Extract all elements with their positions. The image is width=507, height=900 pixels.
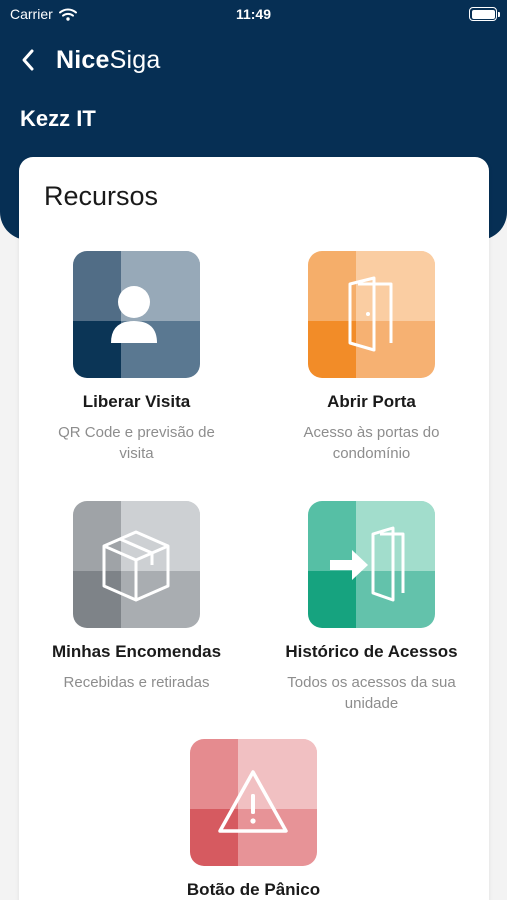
chevron-left-icon (22, 49, 34, 71)
feature-label: Minhas Encomendas (51, 642, 222, 661)
feature-label: Liberar Visita (82, 392, 191, 411)
feature-historico-acessos[interactable]: Histórico de Acessos Todos os acessos da… (254, 501, 489, 714)
feature-description: Recebidas e retiradas (63, 674, 210, 691)
warning-icon (218, 770, 288, 833)
feature-description: QR Code e previsão de visita (58, 424, 215, 462)
brand-bold: Nice (56, 46, 110, 74)
feature-description: Todos os acessos da sua unidade (287, 674, 456, 712)
back-button[interactable] (14, 46, 42, 74)
status-bar: Carrier 11:49 (0, 0, 507, 30)
box-icon (102, 530, 170, 602)
battery-icon (469, 7, 500, 21)
company-name: Kezz IT (20, 106, 96, 131)
brand-regular: Siga (109, 46, 161, 74)
feature-icon-tile (308, 501, 435, 628)
feature-label: Abrir Porta (327, 392, 416, 411)
nav-bar: NiceSiga (0, 40, 507, 80)
user-icon (111, 286, 157, 343)
feature-label: Botão de Pânico (186, 880, 321, 899)
feature-liberar-visita[interactable]: Liberar Visita QR Code e previsão de vis… (19, 251, 254, 464)
feature-icon-tile (73, 251, 200, 378)
clock: 11:49 (235, 6, 272, 22)
resources-card: Recursos Liberar Visita QR Code e previs… (19, 157, 489, 900)
feature-abrir-porta[interactable]: Abrir Porta Acesso às portas do condomín… (254, 251, 489, 464)
feature-icon-tile (308, 251, 435, 378)
brand-logo: NiceSiga (56, 46, 160, 75)
section-title: Recursos (44, 181, 159, 211)
feature-botao-panico[interactable]: Botão de Pânico (136, 739, 371, 900)
feature-label: Histórico de Acessos (285, 642, 458, 661)
feature-icon-tile (73, 501, 200, 628)
door-icon (348, 276, 393, 352)
feature-icon-tile (190, 739, 317, 866)
feature-description: Acesso às portas do condomínio (303, 424, 440, 462)
feature-minhas-encomendas[interactable]: Minhas Encomendas Recebidas e retiradas (19, 501, 254, 693)
door-enter-icon (330, 526, 405, 602)
